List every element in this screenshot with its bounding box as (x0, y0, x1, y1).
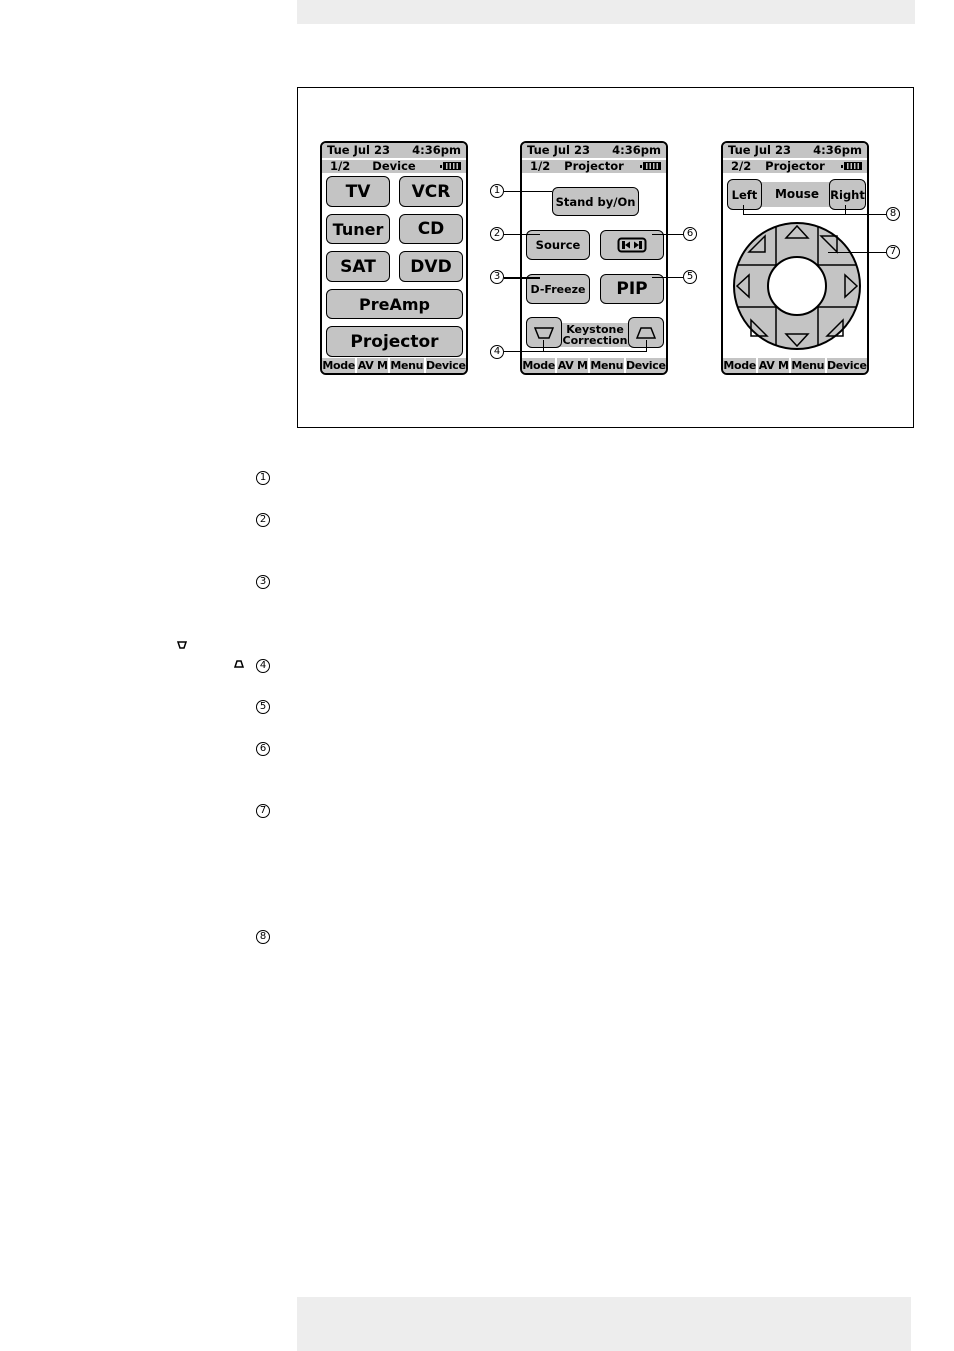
device-button-tv[interactable]: TV (326, 176, 390, 207)
callout-8: 8 (886, 207, 900, 221)
tab-av-m[interactable]: AV M (357, 358, 388, 373)
device-button-preamp[interactable]: PreAmp (326, 289, 463, 319)
callout-1: 1 (490, 184, 504, 198)
device-button-vcr[interactable]: VCR (399, 176, 463, 207)
status-bar: Tue Jul 23 4:36pm (322, 143, 466, 158)
tab-av-m[interactable]: AV M (557, 358, 588, 373)
direction-pad[interactable] (732, 221, 862, 351)
margin-callout-4: 4 (256, 659, 270, 673)
date-label: Tue Jul 23 (327, 143, 390, 157)
leader-line-8a (743, 205, 744, 215)
pip-button[interactable]: PIP (600, 274, 664, 304)
keystone-down-icon (177, 641, 187, 649)
title-bar: 1/2 Projector (522, 160, 666, 173)
time-label: 4:36pm (412, 143, 461, 157)
leader-line-6 (652, 234, 683, 235)
time-label: 4:36pm (612, 143, 661, 157)
tab-bar: Mode AV M Menu Device (522, 358, 666, 373)
mouse-right-button[interactable]: Right (829, 179, 866, 210)
title-bar: 1/2 Device (322, 160, 466, 173)
device-button-projector[interactable]: Projector (326, 326, 463, 357)
tab-menu[interactable]: Menu (589, 358, 624, 373)
leader-line-2 (504, 234, 540, 235)
center-select[interactable] (767, 256, 827, 316)
tab-mode[interactable]: Mode (522, 358, 556, 373)
margin-callout-3: 3 (256, 575, 270, 589)
margin-callout-1: 1 (256, 471, 270, 485)
date-label: Tue Jul 23 (728, 143, 791, 157)
tab-menu[interactable]: Menu (790, 358, 825, 373)
aspect-ratio-icon (617, 237, 647, 253)
leader-line-3 (504, 277, 540, 279)
leader-line-4 (504, 351, 647, 352)
callout-6: 6 (683, 227, 697, 241)
battery-icon (841, 162, 862, 170)
leader-line-8b (845, 205, 846, 215)
callout-4: 4 (490, 345, 504, 359)
battery-icon (440, 162, 461, 170)
tab-bar: Mode AV M Menu Device (723, 358, 867, 373)
tab-menu[interactable]: Menu (389, 358, 424, 373)
callout-5: 5 (683, 270, 697, 284)
keystone-correction-label: Keystone Correction (552, 323, 638, 347)
status-bar: Tue Jul 23 4:36pm (522, 143, 666, 158)
device-button-tuner[interactable]: Tuner (326, 214, 390, 244)
leader-line-4b (646, 340, 647, 352)
leader-line-8 (743, 214, 886, 215)
tab-mode[interactable]: Mode (322, 358, 356, 373)
callout-3: 3 (490, 270, 504, 284)
date-label: Tue Jul 23 (527, 143, 590, 157)
tab-device[interactable]: Device (625, 358, 666, 373)
margin-callout-8: 8 (256, 930, 270, 944)
leader-line-4a (543, 340, 544, 352)
device-button-sat[interactable]: SAT (326, 251, 390, 282)
status-bar: Tue Jul 23 4:36pm (723, 143, 867, 158)
callout-2: 2 (490, 227, 504, 241)
standby-on-button[interactable]: Stand by/On (552, 187, 639, 216)
remote-screen-device: Tue Jul 23 4:36pm 1/2 Device TV VCR Tune… (320, 141, 468, 375)
tab-device[interactable]: Device (425, 358, 466, 373)
margin-callout-7: 7 (256, 804, 270, 818)
keystone-label-line2: Correction (562, 334, 628, 347)
device-button-cd[interactable]: CD (399, 214, 463, 244)
keystone-down-icon (534, 326, 554, 339)
margin-callout-6: 6 (256, 742, 270, 756)
leader-line-7 (828, 252, 886, 253)
keystone-down-button[interactable] (526, 317, 562, 348)
callout-7: 7 (886, 245, 900, 259)
tab-device[interactable]: Device (826, 358, 867, 373)
page-footer-band (297, 1297, 911, 1351)
device-button-dvd[interactable]: DVD (399, 251, 463, 282)
title-bar: 2/2 Projector (723, 160, 867, 173)
leader-line-5 (652, 277, 683, 278)
page-header-band (297, 0, 915, 24)
margin-callout-2: 2 (256, 513, 270, 527)
margin-callout-5: 5 (256, 700, 270, 714)
tab-av-m[interactable]: AV M (758, 358, 789, 373)
battery-icon (640, 162, 661, 170)
tab-mode[interactable]: Mode (723, 358, 757, 373)
keystone-up-icon (234, 660, 244, 668)
mouse-left-button[interactable]: Left (727, 179, 762, 210)
keystone-up-icon (636, 326, 656, 339)
remote-screen-projector-2: Tue Jul 23 4:36pm 2/2 Projector Mouse Le… (721, 141, 869, 375)
time-label: 4:36pm (813, 143, 862, 157)
leader-line-1 (504, 191, 552, 192)
tab-bar: Mode AV M Menu Device (322, 358, 466, 373)
